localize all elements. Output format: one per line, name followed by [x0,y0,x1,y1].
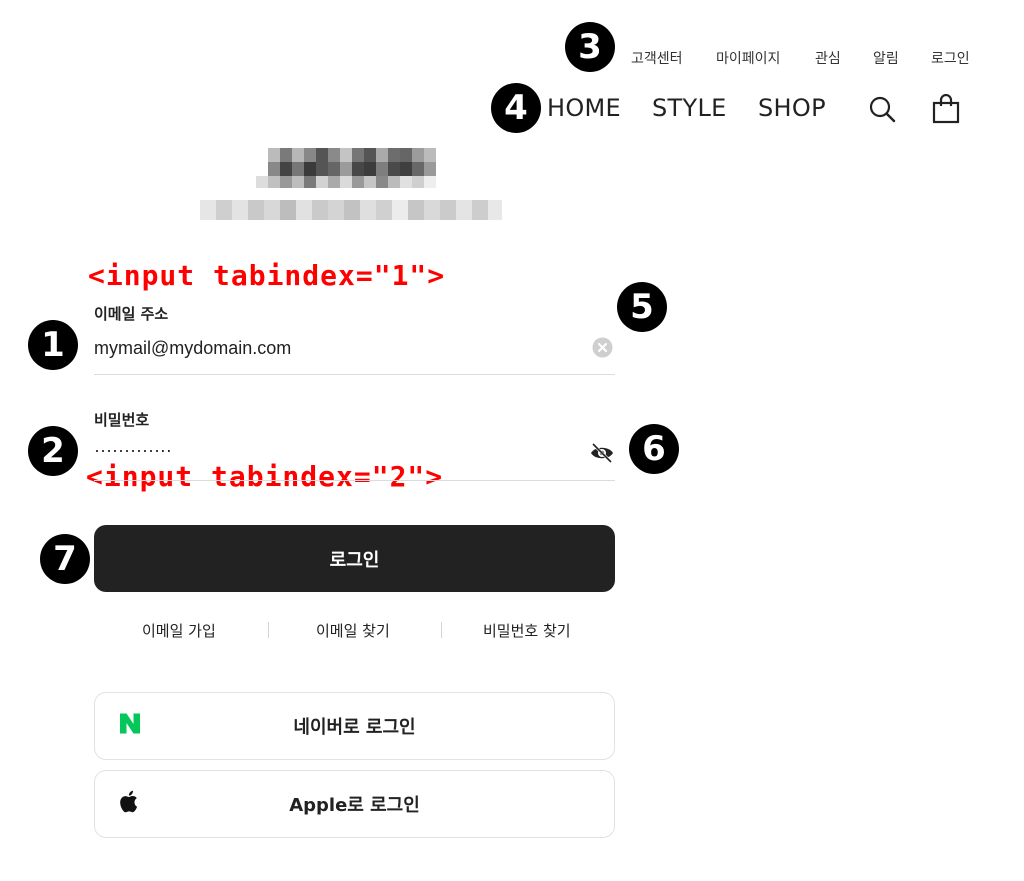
annotation-1: 1 [28,320,78,370]
clear-icon[interactable] [592,337,613,362]
link-divider [268,622,269,638]
util-link-mypage[interactable]: 마이페이지 [716,48,780,68]
search-icon[interactable] [868,95,896,127]
util-link-customer-center[interactable]: 고객센터 [631,48,683,68]
find-password-link[interactable]: 비밀번호 찾기 [483,620,571,641]
naver-login-button[interactable]: 네이버로 로그인 [94,692,615,760]
naver-login-label: 네이버로 로그인 [293,717,416,738]
link-divider [441,622,442,638]
redacted-logo [268,148,436,162]
util-link-login[interactable]: 로그인 [931,48,970,68]
password-underline [94,480,615,481]
annotation-6: 6 [629,424,679,474]
naver-icon [119,713,141,740]
annotation-4: 4 [491,83,541,133]
util-link-notifications[interactable]: 알림 [873,48,899,68]
redacted-subtitle [200,200,502,220]
shopping-bag-icon[interactable] [932,93,960,128]
email-underline [94,374,615,375]
email-field[interactable] [94,338,574,359]
annotation-3: 3 [565,22,615,72]
util-link-wishlist[interactable]: 관심 [815,48,841,68]
password-field[interactable] [94,440,574,461]
apple-login-button[interactable]: Apple로 로그인 [94,770,615,838]
nav-shop[interactable]: SHOP [758,94,826,122]
annotation-5: 5 [617,282,667,332]
code-label-password-tabindex: <input tabindex="2"> [86,460,444,493]
nav-style[interactable]: STYLE [652,94,727,122]
login-button[interactable]: 로그인 [94,525,615,592]
annotation-2: 2 [28,426,78,476]
email-label: 이메일 주소 [94,305,169,323]
code-label-email-tabindex: <input tabindex="1"> [88,259,446,292]
email-signup-link[interactable]: 이메일 가입 [142,620,216,641]
password-label: 비밀번호 [94,411,150,429]
redacted-logo-row2 [268,162,436,176]
apple-icon [119,790,141,819]
annotation-7: 7 [40,534,90,584]
eye-off-icon[interactable] [589,442,615,468]
apple-login-label: Apple로 로그인 [289,795,420,816]
nav-home[interactable]: HOME [547,94,621,122]
redacted-logo-row3 [256,176,436,188]
find-email-link[interactable]: 이메일 찾기 [316,620,390,641]
